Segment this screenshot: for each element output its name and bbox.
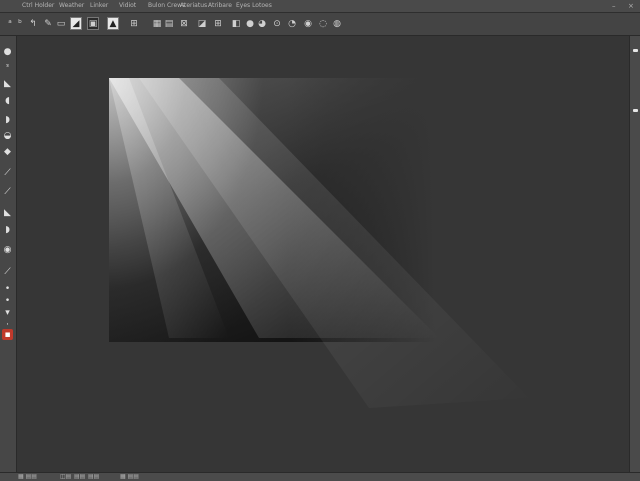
blur-icon[interactable]: ◉: [302, 17, 314, 30]
dodge-icon[interactable]: ◌: [317, 17, 329, 30]
lasso-icon[interactable]: ᵌ: [2, 62, 13, 73]
doc-icon[interactable]: ▲: [107, 17, 119, 30]
panel-strip: [629, 36, 640, 472]
menu-item-ateriatus[interactable]: Ateriatus: [180, 0, 207, 12]
gradient-icon[interactable]: ◣: [2, 207, 13, 218]
menu-item-atribare[interactable]: Atribare: [208, 0, 232, 12]
pen-icon[interactable]: ◉: [2, 244, 13, 255]
zoom-icon[interactable]: ◍: [331, 17, 343, 30]
eyedropper-icon[interactable]: ◖: [2, 95, 13, 106]
menu-item-vidiot[interactable]: Vidiot: [119, 0, 136, 12]
type-icon[interactable]: ⟋: [2, 266, 13, 277]
panel-toggle-icon[interactable]: [633, 109, 638, 112]
zoom-icon[interactable]: ⊙: [271, 17, 283, 30]
crop-icon[interactable]: ◣: [2, 78, 13, 89]
clone-icon[interactable]: ◆: [2, 146, 13, 157]
minimize-icon[interactable]: –: [612, 0, 616, 12]
menu-item-weather[interactable]: Weather: [59, 0, 84, 12]
stamp-icon[interactable]: ●: [244, 17, 256, 30]
eraser-icon[interactable]: ⊠: [178, 17, 190, 30]
move-icon[interactable]: ᵇ: [14, 17, 26, 30]
brush-icon[interactable]: ⊞: [128, 17, 140, 30]
ellipse-tool-icon[interactable]: ●: [2, 46, 13, 57]
layer-icon[interactable]: ▭: [55, 17, 67, 30]
layer-icon[interactable]: ▣: [87, 17, 99, 30]
dodge-icon[interactable]: ◗: [2, 224, 13, 235]
options-bar: ᵃ ᵇ ↰ ✎ ▭ ◢ ▣ ▲ ⊞ ▦ ▤ ⊠ ◪ ⊞ ◧ ● ◕ ⊙ ◔ ◉ …: [0, 13, 640, 36]
color-swatch-icon[interactable]: ▪: [2, 329, 13, 340]
shape-icon[interactable]: •: [2, 295, 13, 306]
contrast-icon[interactable]: ◕: [256, 17, 268, 30]
close-icon[interactable]: ×: [628, 0, 634, 12]
menu-item-eyes-lotoes[interactable]: Eyes Lotoes: [236, 0, 272, 12]
tools-panel: ● ᵌ ◣ ◖ ◗ ◒ ◆ ⟋ ⟋ ◣ ◗ ◉ ⟋ • • ▾ · ▪: [0, 36, 17, 472]
fill-icon[interactable]: ◪: [196, 17, 208, 30]
document-canvas[interactable]: [109, 78, 435, 342]
panel-toggle-icon[interactable]: [633, 49, 638, 52]
rect-select-icon[interactable]: ✎: [42, 17, 54, 30]
stamp-icon[interactable]: ▤: [163, 17, 175, 30]
spot-heal-icon[interactable]: ◗: [2, 114, 13, 125]
history-icon[interactable]: ⟋: [2, 167, 13, 178]
contrast-icon[interactable]: ▦: [151, 17, 163, 30]
brush-icon[interactable]: ◒: [2, 130, 13, 141]
fill-icon[interactable]: ◔: [286, 17, 298, 30]
blur-icon[interactable]: ⊞: [212, 17, 224, 30]
gradient-icon[interactable]: ◢: [70, 17, 82, 30]
hand-icon[interactable]: ▾: [2, 307, 13, 318]
path-select-icon[interactable]: •: [2, 283, 13, 294]
canvas-workspace[interactable]: [17, 36, 629, 472]
eraser-icon[interactable]: ⟋: [2, 186, 13, 197]
move-icon[interactable]: ↰: [27, 17, 39, 30]
dodge-icon[interactable]: ◧: [230, 17, 242, 30]
menu-item-ctrl-holder[interactable]: Ctrl Holder: [22, 0, 54, 12]
menu-item-linker[interactable]: Linker: [90, 0, 108, 12]
menu-bar: Ctrl Holder Weather Linker Vidiot Bulon …: [0, 0, 640, 13]
